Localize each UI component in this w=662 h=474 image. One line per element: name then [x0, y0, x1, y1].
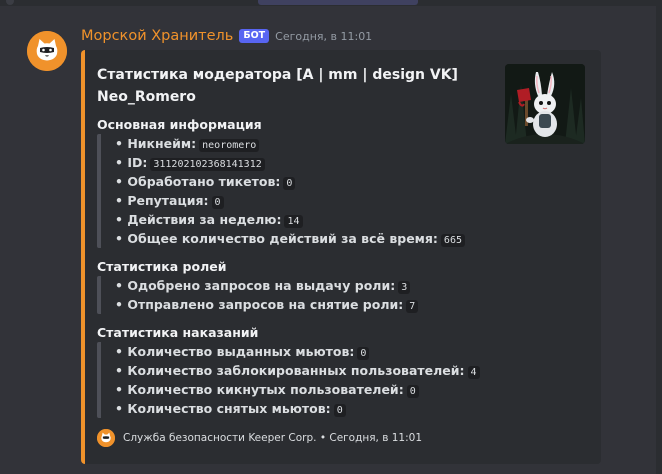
embed-title-line-2: Neo_Romero — [97, 89, 196, 105]
previous-avatar-edge — [6, 0, 14, 5]
footer-source: Служба безопасности Keeper Corp. — [123, 432, 317, 444]
footer-separator: • — [319, 432, 327, 444]
row-label: • Количество выданных мьютов: — [115, 344, 355, 359]
row-roles-granted: • Одобрено запросов на выдачу роли: 3 — [115, 276, 418, 295]
message-header: Морской Хранитель БОТ Сегодня, в 11:01 — [81, 26, 372, 46]
row-label: • Количество снятых мьютов: — [115, 401, 331, 416]
row-mutes-removed: • Количество снятых мьютов: 0 — [115, 399, 480, 418]
footer-timestamp: Сегодня, в 11:01 — [329, 432, 422, 444]
previous-message-strip — [0, 0, 662, 6]
row-reputation: • Репутация: 0 — [115, 191, 465, 210]
row-mutes-issued: • Количество выданных мьютов: 0 — [115, 342, 480, 361]
author-name[interactable]: Морской Хранитель — [81, 28, 233, 44]
previous-embed-edge — [258, 0, 418, 5]
row-value: 0 — [406, 385, 419, 398]
footer-cat-icon — [97, 429, 115, 447]
row-value: 0 — [333, 404, 346, 417]
embed-thumbnail[interactable] — [505, 64, 585, 144]
stats-embed: Статистика модератора [A | mm | design V… — [81, 50, 601, 464]
embed-title-line-1: Статистика модератора [A | mm | design V… — [97, 67, 458, 83]
scrollbar[interactable] — [656, 0, 662, 474]
row-id: • ID: 311202102368141312 — [115, 153, 465, 172]
row-label: • Обработано тикетов: — [115, 174, 281, 189]
row-label: • Репутация: — [115, 193, 209, 208]
row-label: • Одобрено запросов на выдачу роли: — [115, 278, 396, 293]
row-label: • ID: — [115, 155, 148, 170]
rabbit-axe-image — [505, 64, 585, 144]
row-label: • Никнейм: — [115, 136, 197, 151]
row-value: 14 — [284, 215, 303, 228]
message-timestamp: Сегодня, в 11:01 — [275, 29, 373, 43]
row-value: 0 — [283, 177, 296, 190]
bot-avatar[interactable] — [27, 31, 67, 71]
row-users-banned: • Количество заблокированных пользовател… — [115, 361, 480, 380]
bot-tag: БОТ — [239, 29, 270, 43]
cat-icon — [27, 31, 67, 71]
row-roles-removed: • Отправлено запросов на снятие роли: 7 — [115, 295, 419, 314]
row-value: 311202102368141312 — [150, 158, 265, 171]
row-label: • Действия за неделю: — [115, 212, 282, 227]
footer-text: Служба безопасности Keeper Corp. • Сегод… — [123, 432, 422, 444]
section-block: • Одобрено запросов на выдачу роли: 3 • О… — [97, 276, 419, 314]
row-label: • Количество заблокированных пользовател… — [115, 363, 465, 378]
row-label: • Количество кикнутых пользователей: — [115, 382, 404, 397]
section-title: Статистика ролей — [97, 259, 227, 274]
row-weekly-actions: • Действия за неделю: 14 — [115, 210, 465, 229]
row-value: neoromero — [199, 139, 260, 152]
section-block: • Количество выданных мьютов: 0 • Количес… — [97, 342, 480, 418]
row-users-kicked: • Количество кикнутых пользователей: 0 — [115, 380, 480, 399]
row-value: 0 — [357, 347, 370, 360]
row-value: 7 — [406, 300, 419, 313]
row-value: 0 — [211, 196, 224, 209]
row-value: 4 — [467, 366, 480, 379]
section-title: Основная информация — [97, 117, 262, 132]
cat-icon — [97, 429, 115, 447]
row-label: • Общее количество действий за всё время… — [115, 231, 438, 246]
row-label: • Отправлено запросов на снятие роли: — [115, 297, 404, 312]
row-tickets: • Обработано тикетов: 0 — [115, 172, 465, 191]
embed-footer: Служба безопасности Keeper Corp. • Сегод… — [97, 428, 422, 448]
row-total-actions: • Общее количество действий за всё время… — [115, 229, 465, 248]
section-block: • Никнейм: neoromero • ID: 311202102368141… — [97, 134, 465, 248]
row-value: 3 — [398, 281, 411, 294]
row-nickname: • Никнейм: neoromero — [115, 134, 465, 153]
section-title: Статистика наказаний — [97, 325, 259, 340]
embed-title: Статистика модератора [A | mm | design V… — [97, 64, 497, 108]
row-value: 665 — [440, 234, 465, 247]
